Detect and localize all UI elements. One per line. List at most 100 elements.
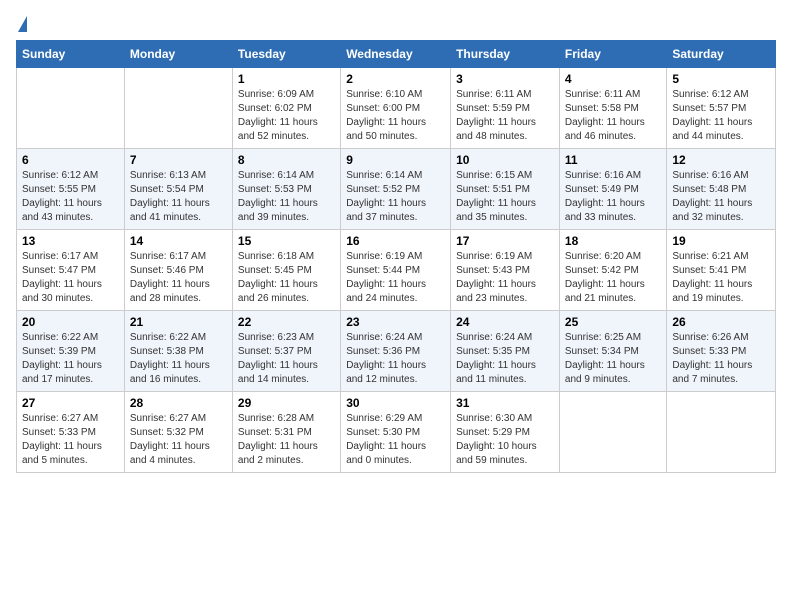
- calendar-cell: 9 Sunrise: 6:14 AM Sunset: 5:52 PM Daylig…: [341, 149, 451, 230]
- day-number: 30: [346, 396, 445, 410]
- calendar-cell: 2 Sunrise: 6:10 AM Sunset: 6:00 PM Daylig…: [341, 68, 451, 149]
- day-number: 13: [22, 234, 119, 248]
- day-detail: Sunrise: 6:18 AM Sunset: 5:45 PM Dayligh…: [238, 250, 335, 306]
- calendar-week-row: 1 Sunrise: 6:09 AM Sunset: 6:02 PM Daylig…: [17, 68, 776, 149]
- calendar-cell: 21Sunrise: 6:22 AM Sunset: 5:38 PM Dayli…: [124, 311, 232, 392]
- day-number: 29: [238, 396, 335, 410]
- day-detail: Sunrise: 6:27 AM Sunset: 5:33 PM Dayligh…: [22, 412, 119, 468]
- day-detail: Sunrise: 6:17 AM Sunset: 5:46 PM Dayligh…: [130, 250, 227, 306]
- day-number: 16: [346, 234, 445, 248]
- calendar-cell: 20 Sunrise: 6:22 AM Sunset: 5:39 PM Dayli…: [17, 311, 125, 392]
- day-detail: Sunrise: 6:19 AM Sunset: 5:44 PM Dayligh…: [346, 250, 445, 306]
- weekday-header: Friday: [559, 41, 666, 68]
- calendar-cell: 30Sunrise: 6:29 AM Sunset: 5:30 PM Dayli…: [341, 392, 451, 473]
- calendar-cell: 26 Sunrise: 6:26 AM Sunset: 5:33 PM Dayli…: [667, 311, 776, 392]
- calendar-cell: 13Sunrise: 6:17 AM Sunset: 5:47 PM Dayli…: [17, 230, 125, 311]
- day-detail: Sunrise: 6:16 AM Sunset: 5:49 PM Dayligh…: [565, 169, 661, 225]
- day-number: 27: [22, 396, 119, 410]
- day-detail: Sunrise: 6:22 AM Sunset: 5:39 PM Dayligh…: [22, 331, 119, 387]
- day-detail: Sunrise: 6:16 AM Sunset: 5:48 PM Dayligh…: [672, 169, 770, 225]
- calendar-cell: 31 Sunrise: 6:30 AM Sunset: 5:29 PM Dayli…: [451, 392, 560, 473]
- day-number: 22: [238, 315, 335, 329]
- calendar-cell: 17 Sunrise: 6:19 AM Sunset: 5:43 PM Dayli…: [451, 230, 560, 311]
- calendar-cell: 22Sunrise: 6:23 AM Sunset: 5:37 PM Dayli…: [232, 311, 340, 392]
- day-detail: Sunrise: 6:26 AM Sunset: 5:33 PM Dayligh…: [672, 331, 770, 387]
- day-detail: Sunrise: 6:27 AM Sunset: 5:32 PM Dayligh…: [130, 412, 227, 468]
- calendar-table: SundayMondayTuesdayWednesdayThursdayFrid…: [16, 40, 776, 473]
- day-number: 18: [565, 234, 661, 248]
- calendar-cell: 3Sunrise: 6:11 AM Sunset: 5:59 PM Daylig…: [451, 68, 560, 149]
- calendar-cell: 5 Sunrise: 6:12 AM Sunset: 5:57 PM Daylig…: [667, 68, 776, 149]
- day-number: 28: [130, 396, 227, 410]
- day-detail: Sunrise: 6:13 AM Sunset: 5:54 PM Dayligh…: [130, 169, 227, 225]
- day-number: 31: [456, 396, 554, 410]
- day-number: 6: [22, 153, 119, 167]
- calendar-cell: 10 Sunrise: 6:15 AM Sunset: 5:51 PM Dayli…: [451, 149, 560, 230]
- day-number: 9: [346, 153, 445, 167]
- calendar-body: 1 Sunrise: 6:09 AM Sunset: 6:02 PM Daylig…: [17, 68, 776, 473]
- calendar-week-row: 20 Sunrise: 6:22 AM Sunset: 5:39 PM Dayli…: [17, 311, 776, 392]
- calendar-cell: 29 Sunrise: 6:28 AM Sunset: 5:31 PM Dayli…: [232, 392, 340, 473]
- day-number: 17: [456, 234, 554, 248]
- calendar-cell: 27 Sunrise: 6:27 AM Sunset: 5:33 PM Dayli…: [17, 392, 125, 473]
- calendar-cell: 8 Sunrise: 6:14 AM Sunset: 5:53 PM Daylig…: [232, 149, 340, 230]
- day-number: 2: [346, 72, 445, 86]
- day-detail: Sunrise: 6:11 AM Sunset: 5:58 PM Dayligh…: [565, 88, 661, 144]
- calendar-cell: 19Sunrise: 6:21 AM Sunset: 5:41 PM Dayli…: [667, 230, 776, 311]
- day-detail: Sunrise: 6:24 AM Sunset: 5:36 PM Dayligh…: [346, 331, 445, 387]
- day-number: 20: [22, 315, 119, 329]
- calendar-cell: 24 Sunrise: 6:24 AM Sunset: 5:35 PM Dayli…: [451, 311, 560, 392]
- calendar-week-row: 13Sunrise: 6:17 AM Sunset: 5:47 PM Dayli…: [17, 230, 776, 311]
- day-detail: Sunrise: 6:28 AM Sunset: 5:31 PM Dayligh…: [238, 412, 335, 468]
- day-detail: Sunrise: 6:24 AM Sunset: 5:35 PM Dayligh…: [456, 331, 554, 387]
- calendar-week-row: 27 Sunrise: 6:27 AM Sunset: 5:33 PM Dayli…: [17, 392, 776, 473]
- day-detail: Sunrise: 6:19 AM Sunset: 5:43 PM Dayligh…: [456, 250, 554, 306]
- weekday-header: Sunday: [17, 41, 125, 68]
- day-number: 24: [456, 315, 554, 329]
- day-number: 25: [565, 315, 661, 329]
- day-number: 10: [456, 153, 554, 167]
- calendar-week-row: 6 Sunrise: 6:12 AM Sunset: 5:55 PM Daylig…: [17, 149, 776, 230]
- day-number: 5: [672, 72, 770, 86]
- day-number: 14: [130, 234, 227, 248]
- calendar-cell: 18Sunrise: 6:20 AM Sunset: 5:42 PM Dayli…: [559, 230, 666, 311]
- calendar-cell: 1 Sunrise: 6:09 AM Sunset: 6:02 PM Daylig…: [232, 68, 340, 149]
- calendar-cell: [559, 392, 666, 473]
- day-detail: Sunrise: 6:14 AM Sunset: 5:52 PM Dayligh…: [346, 169, 445, 225]
- logo: [16, 16, 27, 32]
- calendar-cell: 6 Sunrise: 6:12 AM Sunset: 5:55 PM Daylig…: [17, 149, 125, 230]
- day-number: 26: [672, 315, 770, 329]
- page-header: [16, 16, 776, 32]
- calendar-cell: 4 Sunrise: 6:11 AM Sunset: 5:58 PM Daylig…: [559, 68, 666, 149]
- day-number: 8: [238, 153, 335, 167]
- day-number: 7: [130, 153, 227, 167]
- day-detail: Sunrise: 6:14 AM Sunset: 5:53 PM Dayligh…: [238, 169, 335, 225]
- weekday-header: Wednesday: [341, 41, 451, 68]
- day-number: 19: [672, 234, 770, 248]
- day-detail: Sunrise: 6:12 AM Sunset: 5:55 PM Dayligh…: [22, 169, 119, 225]
- weekday-header: Saturday: [667, 41, 776, 68]
- day-detail: Sunrise: 6:10 AM Sunset: 6:00 PM Dayligh…: [346, 88, 445, 144]
- calendar-cell: 23 Sunrise: 6:24 AM Sunset: 5:36 PM Dayli…: [341, 311, 451, 392]
- calendar-cell: 16 Sunrise: 6:19 AM Sunset: 5:44 PM Dayli…: [341, 230, 451, 311]
- day-detail: Sunrise: 6:30 AM Sunset: 5:29 PM Dayligh…: [456, 412, 554, 468]
- calendar-cell: [667, 392, 776, 473]
- weekday-header: Tuesday: [232, 41, 340, 68]
- calendar-cell: 7 Sunrise: 6:13 AM Sunset: 5:54 PM Daylig…: [124, 149, 232, 230]
- day-number: 1: [238, 72, 335, 86]
- calendar-cell: [124, 68, 232, 149]
- calendar-cell: 14 Sunrise: 6:17 AM Sunset: 5:46 PM Dayli…: [124, 230, 232, 311]
- day-number: 23: [346, 315, 445, 329]
- day-number: 21: [130, 315, 227, 329]
- day-number: 12: [672, 153, 770, 167]
- day-detail: Sunrise: 6:12 AM Sunset: 5:57 PM Dayligh…: [672, 88, 770, 144]
- weekday-header-row: SundayMondayTuesdayWednesdayThursdayFrid…: [17, 41, 776, 68]
- day-detail: Sunrise: 6:15 AM Sunset: 5:51 PM Dayligh…: [456, 169, 554, 225]
- logo-triangle-icon: [18, 16, 27, 32]
- calendar-cell: 15Sunrise: 6:18 AM Sunset: 5:45 PM Dayli…: [232, 230, 340, 311]
- calendar-cell: [17, 68, 125, 149]
- calendar-cell: 11Sunrise: 6:16 AM Sunset: 5:49 PM Dayli…: [559, 149, 666, 230]
- day-detail: Sunrise: 6:09 AM Sunset: 6:02 PM Dayligh…: [238, 88, 335, 144]
- weekday-header: Thursday: [451, 41, 560, 68]
- day-number: 4: [565, 72, 661, 86]
